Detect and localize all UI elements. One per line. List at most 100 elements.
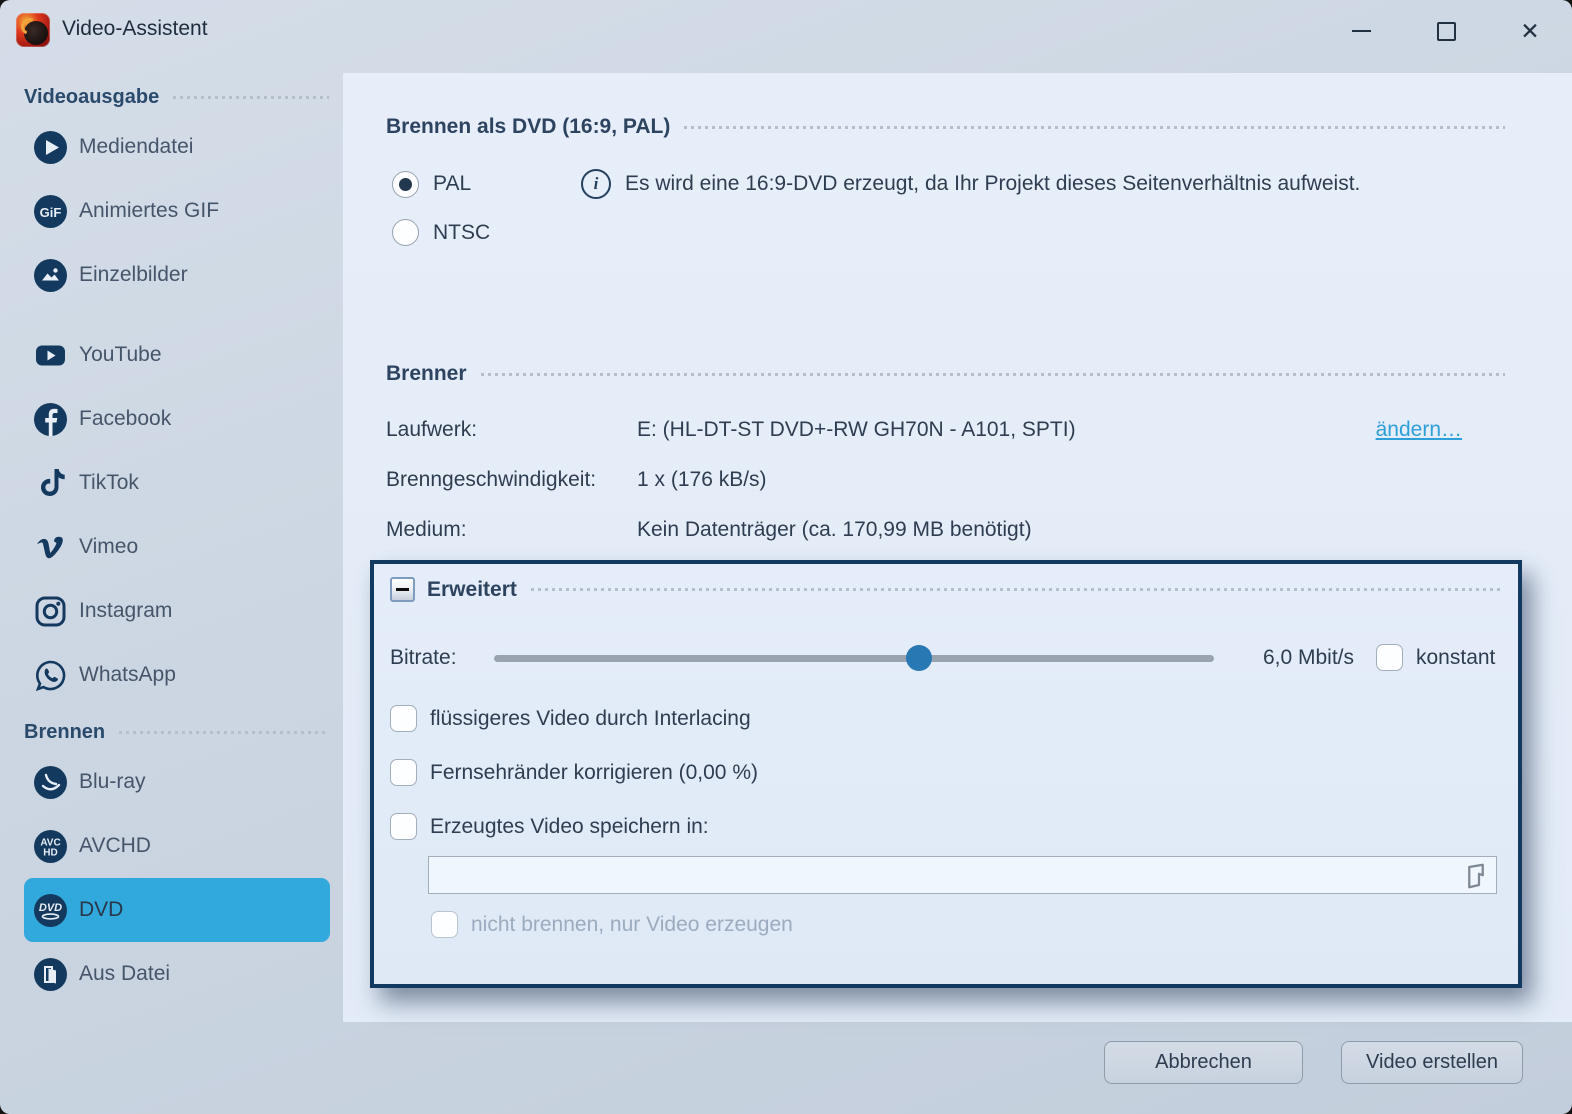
file-icon [34,958,67,991]
no-burn-label: nicht brennen, nur Video erzeugen [471,913,793,937]
burn-speed-value: 1 x (176 kB/s) [637,468,1505,492]
dotted-divider [684,126,1505,129]
sidebar-item-bluray[interactable]: Blu-ray [24,750,330,814]
advanced-heading: Erweitert [427,578,517,602]
interlacing-label: flüssigeres Video durch Interlacing [430,707,751,731]
tv-borders-label: Fernsehränder korrigieren (0,00 %) [430,761,758,785]
ntsc-radio[interactable] [392,219,419,246]
save-path-input[interactable] [429,857,1496,893]
pal-radio-label: PAL [433,172,581,196]
svg-text:GiF: GiF [40,205,62,220]
sidebar-item-avchd[interactable]: AVCHD AVCHD [24,814,330,878]
burn-speed-label: Brenngeschwindigkeit: [386,468,637,492]
save-video-label: Erzeugtes Video speichern in: [430,815,709,839]
brenngeschwindigkeit-row: Brenngeschwindigkeit: 1 x (176 kB/s) [386,468,1505,492]
svg-text:DVD: DVD [39,902,62,914]
folder-icon [1461,861,1491,891]
tv-borders-row: Fernsehränder korrigieren (0,00 %) [390,759,1502,786]
sidebar-section-videoausgabe: Videoausgabe [24,86,329,109]
advanced-header: Erweitert [390,577,1502,602]
sidebar-item-label: Einzelbilder [79,263,188,287]
images-icon [34,259,67,292]
sidebar-item-label: Blu-ray [79,770,146,794]
sidebar-item-label: DVD [79,898,123,922]
sidebar-item-aus-datei[interactable]: Aus Datei [24,942,330,1006]
ntsc-radio-label: NTSC [433,221,490,245]
sidebar-item-label: WhatsApp [79,663,176,687]
cancel-button[interactable]: Abbrechen [1104,1041,1303,1084]
facebook-icon [34,403,67,436]
sidebar-item-mediendatei[interactable]: Mediendatei [24,115,330,179]
change-drive-link[interactable]: ändern… [1376,418,1462,442]
interlacing-row: flüssigeres Video durch Interlacing [390,705,1502,732]
sidebar-section-brennen: Brennen [24,721,329,744]
advanced-panel: Erweitert Bitrate: 6,0 Mbit/s konstant f… [370,560,1522,988]
laufwerk-row: Laufwerk: E: (HL-DT-ST DVD+-RW GH70N - A… [386,418,1505,442]
slider-thumb[interactable] [906,645,932,671]
save-video-row: Erzeugtes Video speichern in: [390,813,1502,840]
sidebar-item-vimeo[interactable]: Vimeo [24,515,330,579]
section-label: Brennen [24,721,105,744]
play-icon [34,131,67,164]
tiktok-icon [34,467,67,500]
sidebar-item-tiktok[interactable]: TikTok [24,451,330,515]
medium-value: Kein Datenträger (ca. 170,99 MB benötigt… [637,518,1505,542]
app-window: Video-Assistent ✕ Videoausgabe Mediendat… [0,0,1572,1114]
bitrate-value: 6,0 Mbit/s [1246,646,1354,670]
browse-folder-button[interactable] [1460,860,1492,892]
sidebar-item-animiertes-gif[interactable]: GiF Animiertes GIF [24,179,330,243]
maximize-button[interactable] [1423,8,1469,54]
sidebar-item-facebook[interactable]: Facebook [24,387,330,451]
tv-borders-checkbox[interactable] [390,759,417,786]
save-video-checkbox[interactable] [390,813,417,840]
sidebar-item-youtube[interactable]: YouTube [24,323,330,387]
bitrate-label: Bitrate: [390,646,494,670]
sidebar-item-label: Vimeo [79,535,138,559]
sidebar-item-whatsapp[interactable]: WhatsApp [24,643,330,707]
instagram-icon [34,595,67,628]
interlacing-checkbox[interactable] [390,705,417,732]
konstant-checkbox[interactable] [1376,644,1403,671]
whatsapp-icon [34,659,67,692]
sidebar-item-einzelbilder[interactable]: Einzelbilder [24,243,330,307]
bitrate-row: Bitrate: 6,0 Mbit/s konstant [390,644,1502,671]
create-video-button-label: Video erstellen [1366,1051,1498,1074]
ntsc-radio-row: NTSC [386,219,1505,246]
info-icon: i [581,169,611,199]
collapse-button[interactable] [390,577,415,602]
dotted-divider [119,731,329,734]
save-path-field [428,856,1497,894]
konstant-label: konstant [1416,646,1495,670]
minimize-icon [1352,30,1371,32]
youtube-icon [34,339,67,372]
sidebar: Videoausgabe Mediendatei GiF Animiertes … [0,62,343,1114]
sidebar-item-dvd[interactable]: DVD DVD [24,878,330,942]
maximize-icon [1437,22,1456,41]
titlebar: Video-Assistent ✕ [0,0,1572,62]
sidebar-item-instagram[interactable]: Instagram [24,579,330,643]
minimize-button[interactable] [1338,8,1384,54]
sidebar-item-label: AVCHD [79,834,151,858]
dotted-divider [531,588,1502,591]
no-burn-checkbox [431,911,458,938]
sidebar-item-label: Instagram [79,599,172,623]
laufwerk-value: E: (HL-DT-ST DVD+-RW GH70N - A101, SPTI) [637,418,1376,442]
cancel-button-label: Abbrechen [1155,1051,1252,1074]
create-video-button[interactable]: Video erstellen [1341,1041,1523,1084]
dvd-icon: DVD [34,894,67,927]
app-logo-icon [16,13,50,47]
pal-radio-row: PAL i Es wird eine 16:9-DVD erzeugt, da … [386,169,1505,199]
sidebar-item-label: Mediendatei [79,135,193,159]
pal-radio[interactable] [392,171,419,198]
bitrate-slider[interactable] [494,645,1214,671]
medium-row: Medium: Kein Datenträger (ca. 170,99 MB … [386,518,1505,542]
no-burn-row: nicht brennen, nur Video erzeugen [431,911,1502,938]
vimeo-icon [34,531,67,564]
section-heading-brenner: Brenner [386,362,1505,386]
minus-icon [396,588,409,591]
close-button[interactable]: ✕ [1507,8,1553,54]
section-heading-burn-as-dvd: Brennen als DVD (16:9, PAL) [386,115,1505,139]
gif-icon: GiF [34,195,67,228]
sidebar-item-label: TikTok [79,471,139,495]
sidebar-item-label: Animiertes GIF [79,199,219,223]
